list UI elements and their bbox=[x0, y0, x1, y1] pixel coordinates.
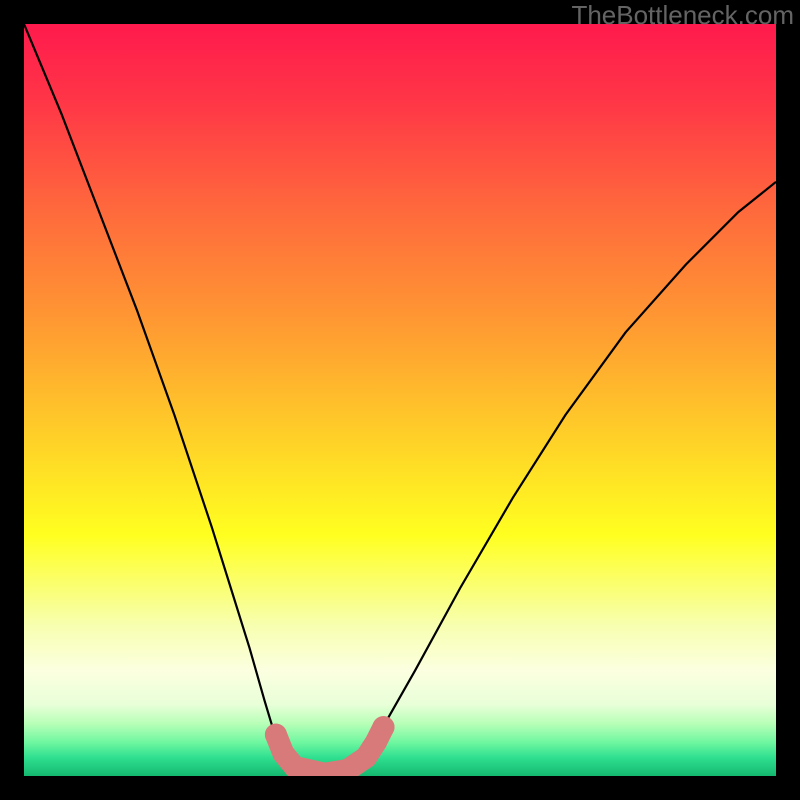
watermark-text: TheBottleneck.com bbox=[571, 0, 794, 31]
chart-frame bbox=[24, 24, 776, 776]
valley-marker bbox=[372, 716, 394, 738]
bottleneck-chart bbox=[24, 24, 776, 776]
valley-marker bbox=[265, 724, 287, 746]
gradient-background bbox=[24, 24, 776, 776]
